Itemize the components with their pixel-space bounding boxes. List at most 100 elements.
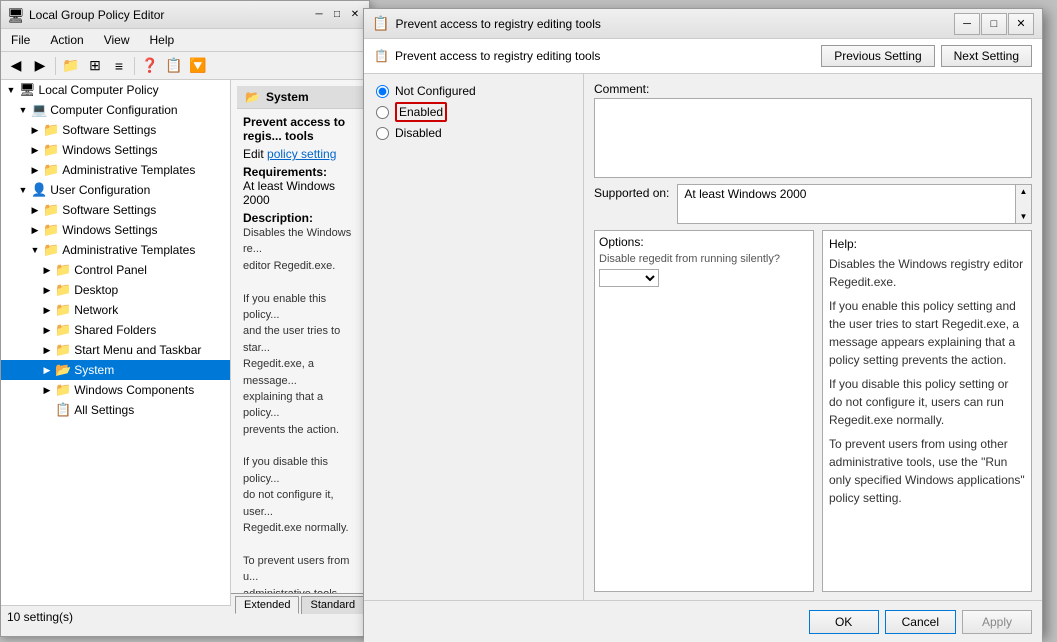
toolbar-views-btn[interactable]: ⊞ xyxy=(84,55,106,77)
tree-expand-ws2[interactable]: ▶ xyxy=(29,224,41,236)
editor-menu-bar: File Action View Help xyxy=(1,29,369,52)
tree-start-menu[interactable]: ▶ 📁 Start Menu and Taskbar xyxy=(1,340,230,360)
radio-not-configured-input[interactable] xyxy=(376,85,389,98)
editor-main-split: ▼ 🖥 Local Computer Policy ▼ 💻 Computer C… xyxy=(1,80,369,605)
tree-sw2-icon: 📁 xyxy=(43,202,59,218)
options-title: Options: xyxy=(599,235,809,249)
tree-network[interactable]: ▶ 📁 Network xyxy=(1,300,230,320)
supported-scroll-up[interactable]: ▲ xyxy=(1018,185,1030,198)
supported-scrollbar[interactable]: ▲ ▼ xyxy=(1015,185,1031,223)
radio-enabled[interactable]: Enabled xyxy=(376,102,571,122)
tree-windows-settings-2[interactable]: ▶ 📁 Windows Settings xyxy=(1,220,230,240)
tree-control-panel[interactable]: ▶ 📁 Control Panel xyxy=(1,260,230,280)
supported-scroll-down[interactable]: ▼ xyxy=(1018,210,1030,223)
dialog-maximize-btn[interactable]: □ xyxy=(981,13,1007,35)
tree-shared-folders[interactable]: ▶ 📁 Shared Folders xyxy=(1,320,230,340)
tree-expand-wc[interactable]: ▶ xyxy=(41,384,53,396)
apply-button[interactable]: Apply xyxy=(962,610,1032,634)
tree-sw1-icon: 📁 xyxy=(43,122,59,138)
editor-toolbar: ◀ ▶ 📁 ⊞ ≡ ❓ 📋 🔽 xyxy=(1,52,369,80)
editor-title-bar: 🖥 Local Group Policy Editor ─ □ ✕ xyxy=(1,1,369,29)
radio-disabled-label: Disabled xyxy=(395,126,442,140)
dialog-close-btn[interactable]: ✕ xyxy=(1008,13,1034,35)
radio-disabled[interactable]: Disabled xyxy=(376,126,571,140)
tree-expand-sw2[interactable]: ▶ xyxy=(29,204,41,216)
help-para-3: If you disable this policy setting or do… xyxy=(829,375,1025,429)
tree-windows-components[interactable]: ▶ 📁 Windows Components xyxy=(1,380,230,400)
tree-software-settings-2[interactable]: ▶ 📁 Software Settings xyxy=(1,200,230,220)
req-label: Requirements: xyxy=(243,165,327,179)
help-para-2: If you enable this policy setting and th… xyxy=(829,297,1025,369)
tree-expand-root[interactable]: ▼ xyxy=(5,84,17,96)
requirements-row: Requirements: At least Windows 2000 xyxy=(243,165,357,207)
dialog-title-text: Prevent access to registry editing tools xyxy=(395,17,954,31)
toolbar-up-btn[interactable]: 📁 xyxy=(60,55,82,77)
tree-net-label: Network xyxy=(74,303,118,317)
prev-setting-btn[interactable]: Previous Setting xyxy=(821,45,934,67)
comment-section: Comment: xyxy=(594,82,1032,178)
tree-expand-at1[interactable]: ▶ xyxy=(29,164,41,176)
toolbar-forward-btn[interactable]: ▶ xyxy=(29,55,51,77)
tree-software-settings-1[interactable]: ▶ 📁 Software Settings xyxy=(1,120,230,140)
tab-extended[interactable]: Extended xyxy=(235,596,299,605)
radio-disabled-input[interactable] xyxy=(376,127,389,140)
editor-maximize-btn[interactable]: □ xyxy=(329,7,345,23)
lower-section: Options: Disable regedit from running si… xyxy=(594,230,1032,592)
tree-admin-templates-1[interactable]: ▶ 📁 Administrative Templates xyxy=(1,160,230,180)
toolbar-help-btn[interactable]: ❓ xyxy=(139,55,161,77)
toolbar-separator-2 xyxy=(134,57,135,75)
tree-user-config[interactable]: ▼ 👤 User Configuration xyxy=(1,180,230,200)
tree-as-label: All Settings xyxy=(74,403,134,417)
options-dropdown[interactable] xyxy=(599,269,659,287)
tree-system[interactable]: ▶ 📂 System xyxy=(1,360,230,380)
menu-action[interactable]: Action xyxy=(44,31,89,49)
menu-file[interactable]: File xyxy=(5,31,36,49)
cancel-button[interactable]: Cancel xyxy=(885,610,956,634)
dialog-window: 📋 Prevent access to registry editing too… xyxy=(363,8,1043,636)
toolbar-export-btn[interactable]: 📋 xyxy=(163,55,185,77)
tree-windows-settings-1[interactable]: ▶ 📁 Windows Settings xyxy=(1,140,230,160)
tree-expand-at2[interactable]: ▼ xyxy=(29,244,41,256)
options-content: Disable regedit from running silently? xyxy=(599,253,809,265)
tree-expand-dt[interactable]: ▶ xyxy=(41,284,53,296)
tree-at2-label: Administrative Templates xyxy=(62,243,195,257)
tree-computer-config[interactable]: ▼ 💻 Computer Configuration xyxy=(1,100,230,120)
tree-expand-sw1[interactable]: ▶ xyxy=(29,124,41,136)
dialog-subtitle-icon: 📋 xyxy=(374,49,389,63)
tree-expand-user[interactable]: ▼ xyxy=(17,184,29,196)
tree-desktop[interactable]: ▶ 📁 Desktop xyxy=(1,280,230,300)
tree-expand-computer[interactable]: ▼ xyxy=(17,104,29,116)
toolbar-list-btn[interactable]: ≡ xyxy=(108,55,130,77)
supported-label: Supported on: xyxy=(594,184,669,200)
menu-help[interactable]: Help xyxy=(144,31,181,49)
tree-ws2-label: Windows Settings xyxy=(62,223,157,237)
radio-not-configured[interactable]: Not Configured xyxy=(376,84,571,98)
editor-close-btn[interactable]: ✕ xyxy=(347,7,363,23)
editor-minimize-btn[interactable]: ─ xyxy=(311,7,327,23)
tree-net-icon: 📁 xyxy=(55,302,71,318)
tree-root[interactable]: ▼ 🖥 Local Computer Policy xyxy=(1,80,230,100)
dialog-minimize-btn[interactable]: ─ xyxy=(954,13,980,35)
menu-view[interactable]: View xyxy=(98,31,136,49)
toolbar-back-btn[interactable]: ◀ xyxy=(5,55,27,77)
tree-expand-sm[interactable]: ▶ xyxy=(41,344,53,356)
toolbar-filter-btn[interactable]: 🔽 xyxy=(187,55,209,77)
tree-all-settings[interactable]: 📋 All Settings xyxy=(1,400,230,420)
tree-wc-label: Windows Components xyxy=(74,383,194,397)
radio-not-configured-label: Not Configured xyxy=(395,84,476,98)
tab-standard[interactable]: Standard xyxy=(301,596,364,605)
radio-enabled-input[interactable] xyxy=(376,106,389,119)
tree-expand-net[interactable]: ▶ xyxy=(41,304,53,316)
tree-expand-as[interactable] xyxy=(41,404,53,416)
tree-cp-icon: 📁 xyxy=(55,262,71,278)
ok-button[interactable]: OK xyxy=(809,610,879,634)
tree-expand-ws1[interactable]: ▶ xyxy=(29,144,41,156)
tree-expand-sf[interactable]: ▶ xyxy=(41,324,53,336)
tree-expand-sys[interactable]: ▶ xyxy=(41,364,53,376)
tree-expand-cp[interactable]: ▶ xyxy=(41,264,53,276)
policy-link[interactable]: policy setting xyxy=(267,147,336,161)
tree-admin-templates-2[interactable]: ▼ 📁 Administrative Templates xyxy=(1,240,230,260)
next-setting-btn[interactable]: Next Setting xyxy=(941,45,1032,67)
tree-ws2-icon: 📁 xyxy=(43,222,59,238)
comment-textarea[interactable] xyxy=(594,98,1032,178)
